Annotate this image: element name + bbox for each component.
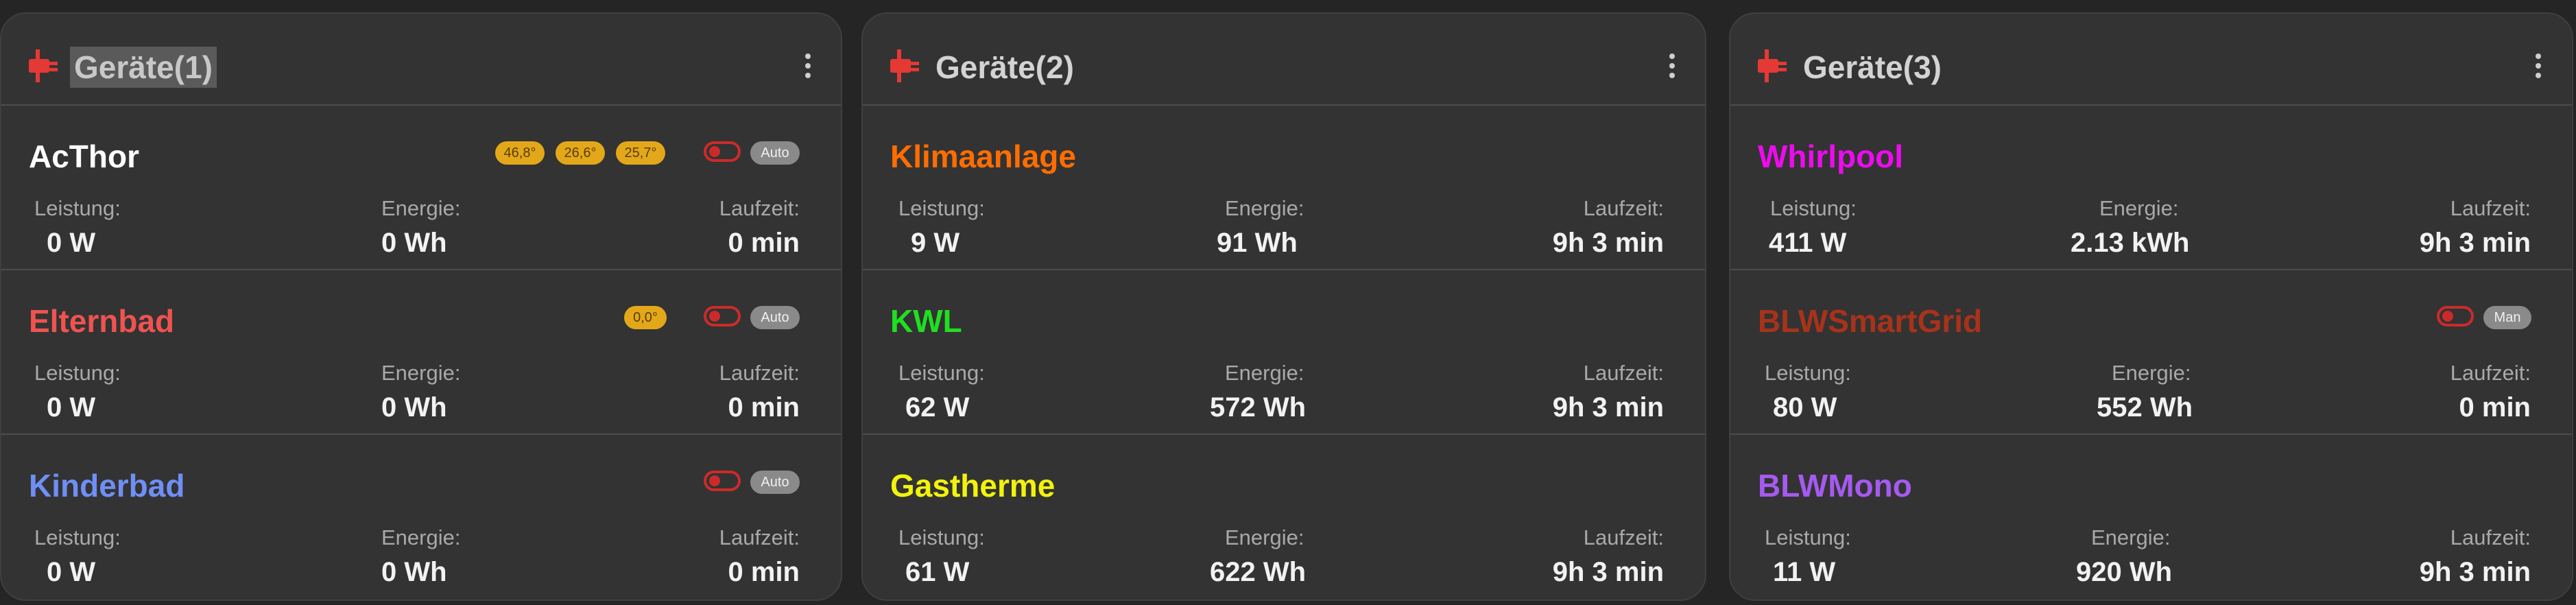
energie-label: Energie: <box>2091 525 2171 549</box>
more-options-icon[interactable] <box>1661 49 1682 84</box>
energie-label: Energie: <box>1225 525 1304 549</box>
laufzeit-value: 9h 3 min <box>2419 228 2531 258</box>
energie-value: 91 Wh <box>1217 228 1298 258</box>
energie-value: 572 Wh <box>1210 392 1307 423</box>
laufzeit-label: Laufzeit: <box>719 361 800 385</box>
temperature-badge: 26,6° <box>556 141 605 165</box>
laufzeit-value: 9h 3 min <box>1552 557 1664 587</box>
energie-value: 552 Wh <box>2097 392 2193 423</box>
power-toggle[interactable] <box>704 306 741 327</box>
laufzeit-label: Laufzeit: <box>1583 525 1664 549</box>
leistung-value: 11 W <box>1773 557 1836 587</box>
mode-badge[interactable]: Auto <box>750 306 800 329</box>
laufzeit-value: 9h 3 min <box>1552 228 1664 258</box>
laufzeit-label: Laufzeit: <box>1583 196 1664 220</box>
laufzeit-value: 0 min <box>728 392 800 423</box>
plug-icon <box>29 49 58 82</box>
device-row-blwmono: BLWMono Leistung: 11 W Energie: 920 Wh L… <box>1730 435 2572 600</box>
device-name: Whirlpool <box>1758 139 1904 174</box>
panel-header: Geräte(1) <box>1 14 841 106</box>
laufzeit-label: Laufzeit: <box>2450 196 2531 220</box>
leistung-value: 0 W <box>47 557 96 587</box>
device-row-gastherme: Gastherme Leistung: 61 W Energie: 622 Wh… <box>863 435 1705 600</box>
energie-value: 2.13 kWh <box>2071 228 2190 258</box>
device-name: Klimaanlage <box>890 139 1076 174</box>
device-name: BLWMono <box>1758 468 1912 503</box>
device-row-kinderbad: Kinderbad Auto Leistung: 0 W Energie: 0 … <box>1 435 841 600</box>
leistung-value: 0 W <box>47 392 96 423</box>
temperature-badge: 46,8° <box>495 141 545 165</box>
leistung-value: 62 W <box>905 392 970 423</box>
panel-title: Geräte(3) <box>1803 49 1942 85</box>
power-toggle[interactable] <box>2437 306 2474 327</box>
laufzeit-label: Laufzeit: <box>2450 361 2531 385</box>
device-row-elternbad: Elternbad 0,0° Auto Leistung: 0 W Energi… <box>1 270 841 435</box>
leistung-label: Leistung: <box>1770 196 1857 220</box>
device-row-kwl: KWL Leistung: 62 W Energie: 572 Wh Laufz… <box>863 270 1705 435</box>
mode-badge[interactable]: Auto <box>750 471 800 494</box>
mode-badge[interactable]: Auto <box>750 141 800 165</box>
panel-title: Geräte(2) <box>935 49 1074 85</box>
panel-title: Geräte(1) <box>70 47 217 88</box>
leistung-value: 0 W <box>47 228 96 258</box>
laufzeit-label: Laufzeit: <box>719 525 800 549</box>
plug-icon <box>1758 49 1787 82</box>
device-row-whirlpool: Whirlpool Leistung: 411 W Energie: 2.13 … <box>1730 106 2572 270</box>
energie-value: 622 Wh <box>1210 557 1307 587</box>
more-options-icon[interactable] <box>2527 49 2548 84</box>
device-row-klimaanlage: Klimaanlage Leistung: 9 W Energie: 91 Wh… <box>863 106 1705 270</box>
laufzeit-value: 0 min <box>728 557 800 587</box>
leistung-label: Leistung: <box>898 196 985 220</box>
device-row-blwsmartgrid: BLWSmartGrid Man Leistung: 80 W Energie:… <box>1730 270 2572 435</box>
more-options-icon[interactable] <box>797 49 818 84</box>
panel-header: Geräte(3) <box>1730 14 2572 106</box>
leistung-label: Leistung: <box>898 525 985 549</box>
leistung-label: Leistung: <box>1765 361 1851 385</box>
temperature-badge: 25,7° <box>616 141 665 165</box>
device-row-acthor: AcThor 46,8° 26,6° 25,7° Auto Leistung: … <box>1 106 841 270</box>
laufzeit-value: 0 min <box>2459 392 2531 423</box>
energie-value: 0 Wh <box>381 557 447 587</box>
device-name: Kinderbad <box>29 468 185 503</box>
plug-icon <box>890 49 919 82</box>
leistung-label: Leistung: <box>34 361 121 385</box>
energie-value: 0 Wh <box>381 392 447 423</box>
energie-label: Energie: <box>2099 196 2179 220</box>
energie-label: Energie: <box>381 196 461 220</box>
device-name: KWL <box>890 303 962 339</box>
leistung-value: 9 W <box>911 228 960 258</box>
leistung-label: Leistung: <box>1765 525 1851 549</box>
energie-value: 0 Wh <box>381 228 447 258</box>
mode-badge[interactable]: Man <box>2483 306 2531 329</box>
power-toggle[interactable] <box>704 471 741 491</box>
devices-panel-1: Geräte(1) AcThor 46,8° 26,6° 25,7° Auto … <box>0 12 842 601</box>
leistung-value: 61 W <box>905 557 970 587</box>
laufzeit-label: Laufzeit: <box>719 196 800 220</box>
devices-panel-2: Geräte(2) Klimaanlage Leistung: 9 W Ener… <box>861 12 1706 601</box>
panel-header: Geräte(2) <box>863 14 1705 106</box>
device-name: AcThor <box>29 139 139 174</box>
energie-label: Energie: <box>2112 361 2191 385</box>
energie-label: Energie: <box>1225 361 1304 385</box>
leistung-value: 80 W <box>1773 392 1837 423</box>
leistung-value: 411 W <box>1769 228 1847 258</box>
laufzeit-value: 0 min <box>728 228 800 258</box>
devices-panel-3: Geräte(3) Whirlpool Leistung: 411 W Ener… <box>1729 12 2573 601</box>
device-name: Gastherme <box>890 468 1056 503</box>
energie-label: Energie: <box>1225 196 1304 220</box>
energie-value: 920 Wh <box>2076 557 2173 587</box>
laufzeit-value: 9h 3 min <box>1552 392 1664 423</box>
laufzeit-value: 9h 3 min <box>2419 557 2531 587</box>
laufzeit-label: Laufzeit: <box>1583 361 1664 385</box>
laufzeit-label: Laufzeit: <box>2450 525 2531 549</box>
leistung-label: Leistung: <box>898 361 985 385</box>
leistung-label: Leistung: <box>34 196 121 220</box>
device-name: BLWSmartGrid <box>1758 303 1983 339</box>
power-toggle[interactable] <box>704 141 741 162</box>
device-name: Elternbad <box>29 303 175 339</box>
temperature-badge: 0,0° <box>624 306 667 329</box>
leistung-label: Leistung: <box>34 525 121 549</box>
energie-label: Energie: <box>381 525 461 549</box>
energie-label: Energie: <box>381 361 461 385</box>
